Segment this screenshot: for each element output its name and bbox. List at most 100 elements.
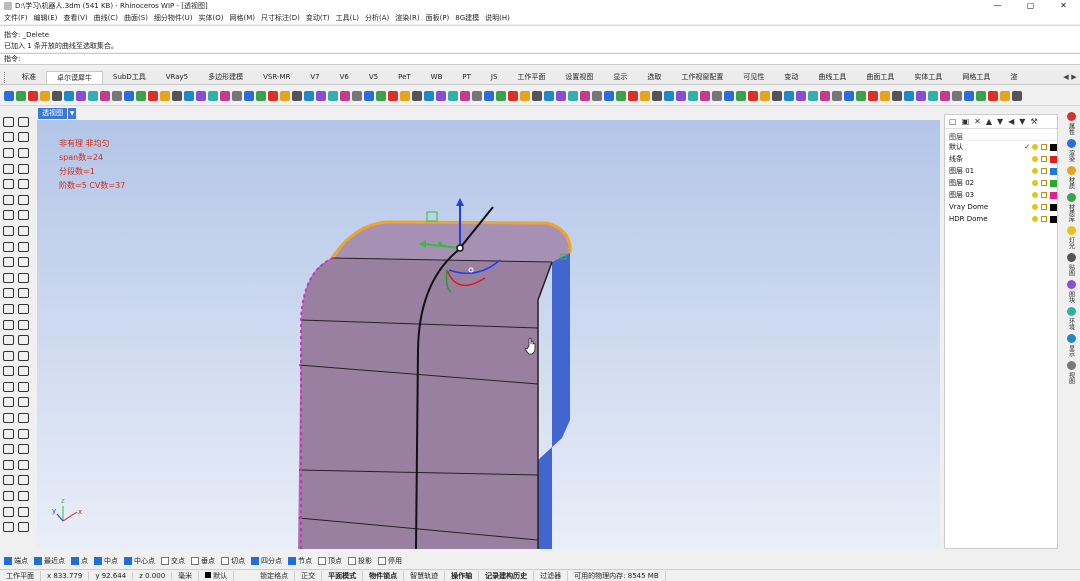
close-button[interactable]: ✕ [1047,0,1080,12]
lightbulb-icon[interactable] [1032,156,1039,162]
current-layer-check[interactable]: ✓ [1022,143,1032,151]
toolbar-tool-icon[interactable] [844,90,854,101]
move-down-icon[interactable]: ▼ [997,117,1003,126]
toolbar-tool-icon[interactable] [124,90,134,101]
osnap-option[interactable]: 最近点 [34,556,65,566]
menu-render[interactable]: 渲染(R) [395,13,419,23]
tab-vray5[interactable]: VRay5 [156,71,198,84]
tab-viewport-layout[interactable]: 工作视窗配置 [671,71,733,84]
toolbar-tool-icon[interactable] [736,90,746,101]
toolbar-tool-icon[interactable] [1012,90,1022,101]
toolbar-tool-icon[interactable] [940,90,950,101]
toolbar-tool-icon[interactable] [628,90,638,101]
left-tool-icon[interactable] [3,179,14,190]
toolbar-tool-icon[interactable] [988,90,998,101]
toolbar-tool-icon[interactable] [820,90,830,101]
right-tab[interactable]: 材质 [1064,166,1078,189]
left-tool-icon[interactable] [18,210,29,221]
layer-name[interactable]: 图层 02 [949,178,1022,188]
left-tool-icon[interactable] [18,428,29,439]
status-history[interactable]: 记录建构历史 [479,570,535,581]
toolbar-tool-icon[interactable] [28,90,38,101]
left-tool-icon[interactable] [18,132,29,143]
toolbar-tool-icon[interactable] [196,90,206,101]
layer-color-swatch[interactable] [1050,143,1057,151]
toolbar-tool-icon[interactable] [688,90,698,101]
left-tool-icon[interactable] [3,147,14,158]
osnap-checkbox[interactable] [161,557,169,565]
toolbar-tool-icon[interactable] [748,90,758,101]
tab-v5[interactable]: V5 [359,71,388,84]
osnap-option[interactable]: 节点 [288,556,312,566]
left-tool-icon[interactable] [18,241,29,252]
layer-color-swatch[interactable] [1050,179,1057,187]
toolbar-tool-icon[interactable] [436,90,446,101]
menu-analyze[interactable]: 分析(A) [365,13,389,23]
right-tab[interactable]: 灯光 [1064,226,1078,249]
left-tool-icon[interactable] [3,444,14,455]
perspective-viewport[interactable]: 非有理 非均匀 span数=24 分段数=1 阶数=5 CV数=37 z x y [37,120,940,549]
move-out-icon[interactable]: ◀ [1008,117,1014,126]
left-tool-icon[interactable] [3,366,14,377]
osnap-checkbox[interactable] [221,557,229,565]
tab-curve-tools[interactable]: 曲线工具 [808,71,856,84]
toolbar-tool-icon[interactable] [304,90,314,101]
toolbar-tool-icon[interactable] [340,90,350,101]
left-tool-icon[interactable] [3,522,14,533]
toolbar-tool-icon[interactable] [712,90,722,101]
toolbar-tool-icon[interactable] [328,90,338,101]
toolbar-tool-icon[interactable] [280,90,290,101]
tab-mesh-tools[interactable]: 网格工具 [952,71,1000,84]
osnap-checkbox[interactable] [378,557,386,565]
menu-surface[interactable]: 曲面(S) [124,13,148,23]
status-planar[interactable]: 平面模式 [322,570,364,581]
toolbar-tool-icon[interactable] [244,90,254,101]
layer-name[interactable]: 图层 01 [949,166,1022,176]
move-up-icon[interactable]: ▲ [986,117,992,126]
toolbar-tool-icon[interactable] [856,90,866,101]
layer-row[interactable]: 图层 01 [945,165,1057,177]
osnap-option[interactable]: 中心点 [124,556,155,566]
toolbar-tool-icon[interactable] [532,90,542,101]
toolbar-tool-icon[interactable] [388,90,398,101]
filter-icon[interactable]: ▼ [1019,117,1025,126]
toolbar-tool-icon[interactable] [232,90,242,101]
toolbar-tool-icon[interactable] [316,90,326,101]
left-tool-icon[interactable] [18,272,29,283]
model-canvas[interactable]: z x y [37,120,940,549]
osnap-option[interactable]: 垂点 [191,556,215,566]
left-tool-icon[interactable] [3,288,14,299]
toolbar-tool-icon[interactable] [100,90,110,101]
layer-name[interactable]: HDR Dome [949,215,1022,223]
lock-icon[interactable] [1041,168,1048,174]
toolbar-tool-icon[interactable] [892,90,902,101]
tab-display[interactable]: 显示 [603,71,637,84]
toolbar-tool-icon[interactable] [832,90,842,101]
tab-solid-tools[interactable]: 实体工具 [904,71,952,84]
toolbar-tool-icon[interactable] [616,90,626,101]
lightbulb-icon[interactable] [1032,216,1039,222]
layer-name[interactable]: 图层 03 [949,190,1022,200]
command-input[interactable] [24,55,1025,63]
toolbar-tool-icon[interactable] [160,90,170,101]
toolbar-tool-icon[interactable] [148,90,158,101]
tab-v6[interactable]: V6 [330,71,359,84]
status-layer[interactable]: 默认 [199,570,235,581]
osnap-option[interactable]: 点 [71,556,88,566]
toolbar-tool-icon[interactable] [544,90,554,101]
toolbar-tool-icon[interactable] [604,90,614,101]
toolbar-tool-icon[interactable] [916,90,926,101]
layer-row[interactable]: Vray Dome [945,201,1057,213]
new-layer-icon[interactable]: ▢ [949,117,957,126]
left-tool-icon[interactable] [3,397,14,408]
left-tool-icon[interactable] [18,179,29,190]
layer-row[interactable]: 图层 02 [945,177,1057,189]
toolbar-tool-icon[interactable] [772,90,782,101]
left-tool-icon[interactable] [3,506,14,517]
tab-v7[interactable]: V7 [300,71,329,84]
left-tool-icon[interactable] [18,194,29,205]
osnap-checkbox[interactable] [348,557,356,565]
menu-solid[interactable]: 实体(O) [199,13,224,23]
toolbar-tool-icon[interactable] [520,90,530,101]
toolbar-tool-icon[interactable] [760,90,770,101]
